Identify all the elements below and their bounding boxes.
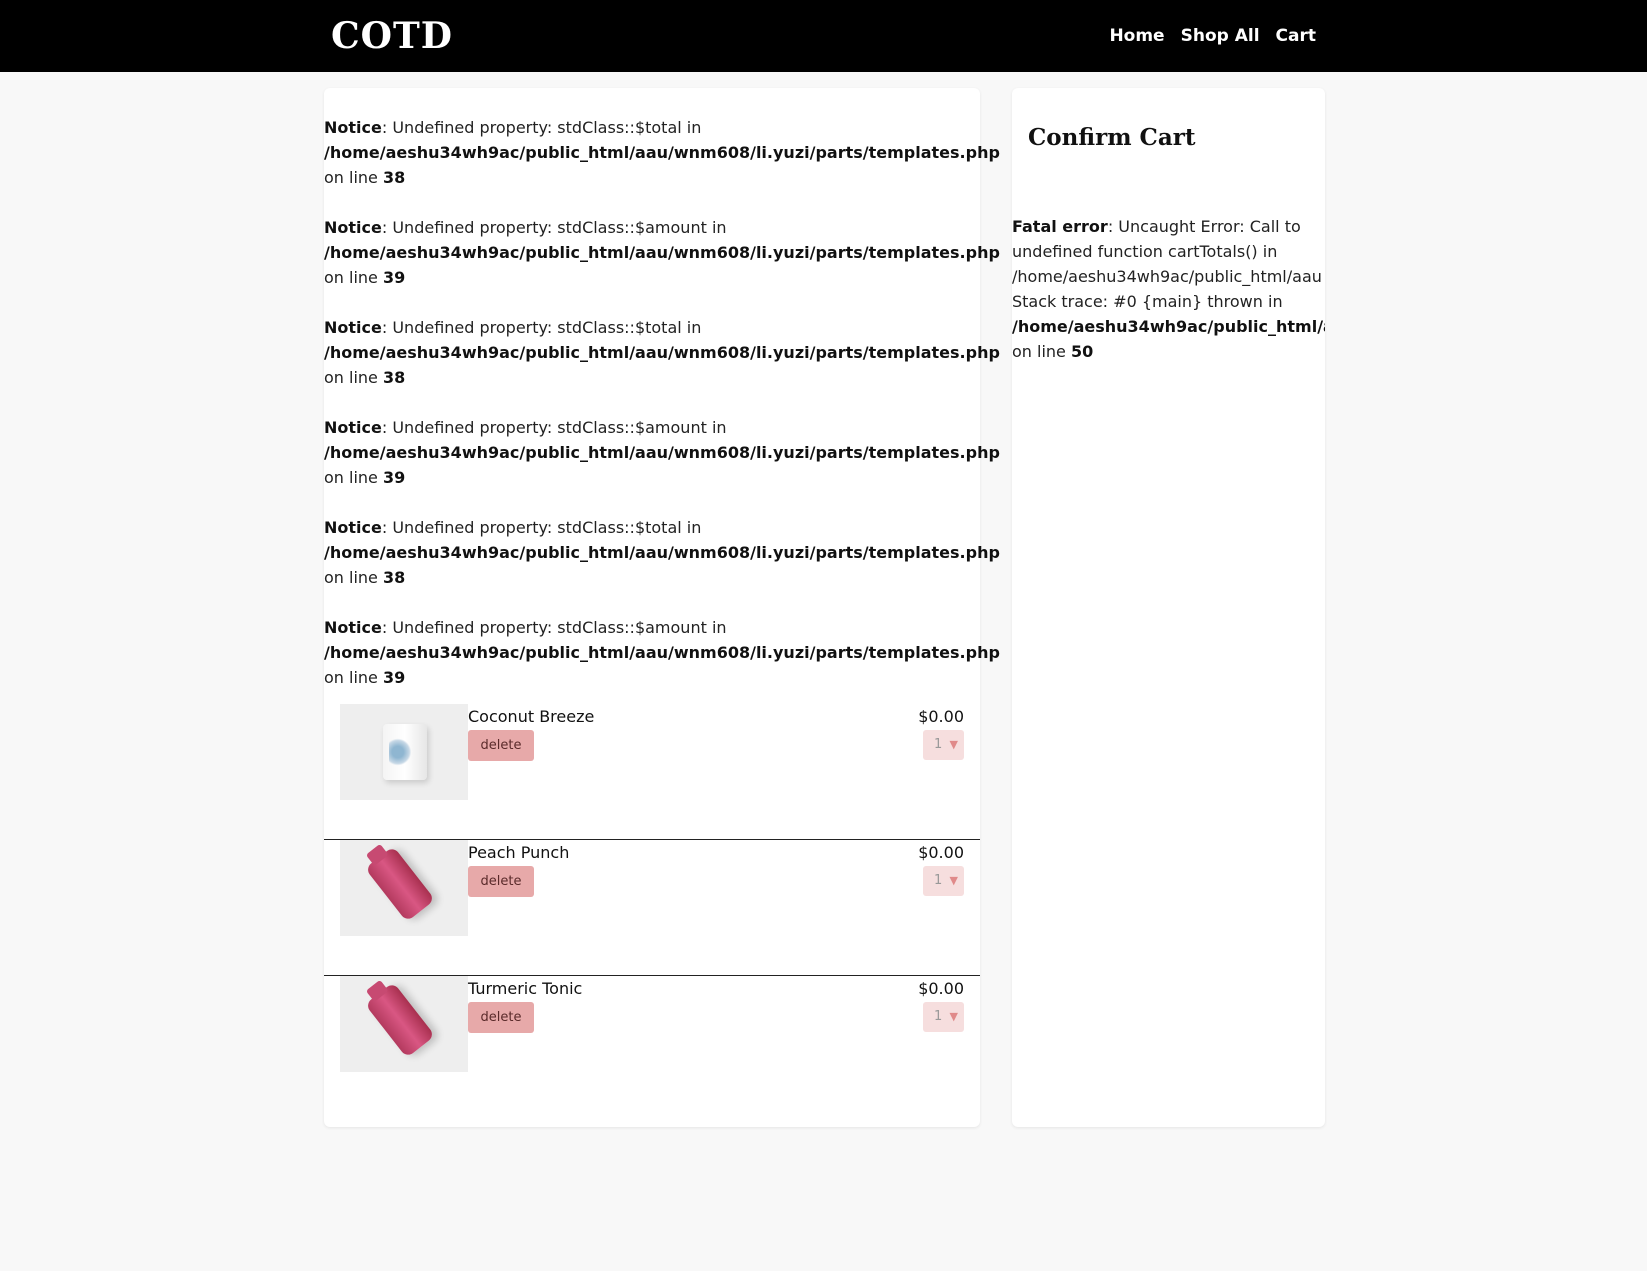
php-fatal-error: Fatal error: Uncaught Error: Call to und…	[1012, 217, 1325, 361]
site-header: COTD Home Shop All Cart	[0, 0, 1647, 72]
delete-button[interactable]: delete	[468, 1002, 534, 1033]
product-price: $0.00	[918, 843, 964, 862]
quantity-select[interactable]: 1 ▼	[923, 866, 964, 896]
php-notice: Notice: Undefined property: stdClass::$t…	[324, 118, 1000, 187]
php-notice: Notice: Undefined property: stdClass::$a…	[324, 618, 1000, 687]
delete-button[interactable]: delete	[468, 866, 534, 897]
nav-shop-all[interactable]: Shop All	[1181, 22, 1260, 50]
bottle-icon	[364, 846, 436, 922]
cart-item: Coconut Breeze delete $0.00 1 ▼	[324, 704, 980, 840]
product-name[interactable]: Coconut Breeze	[468, 706, 594, 728]
site-logo[interactable]: COTD	[331, 14, 453, 58]
quantity-select[interactable]: 1 ▼	[923, 730, 964, 760]
product-name[interactable]: Turmeric Tonic	[468, 978, 582, 1000]
caret-down-icon: ▼	[949, 738, 958, 751]
confirm-cart-title: Confirm Cart	[1028, 124, 1196, 151]
caret-down-icon: ▼	[949, 874, 958, 887]
php-notice: Notice: Undefined property: stdClass::$a…	[324, 218, 1000, 287]
product-price: $0.00	[918, 707, 964, 726]
quantity-value: 1	[934, 1009, 943, 1024]
php-notice: Notice: Undefined property: stdClass::$t…	[324, 518, 1000, 587]
quantity-value: 1	[934, 737, 943, 752]
nav-home[interactable]: Home	[1109, 22, 1164, 50]
product-price: $0.00	[918, 979, 964, 998]
quantity-select[interactable]: 1 ▼	[923, 1002, 964, 1032]
product-image[interactable]	[340, 976, 468, 1072]
cart-item: Peach Punch delete $0.00 1 ▼	[324, 840, 980, 976]
nav-cart[interactable]: Cart	[1276, 22, 1316, 50]
quantity-value: 1	[934, 873, 943, 888]
main-nav: Home Shop All Cart	[1109, 22, 1316, 50]
bottle-icon	[364, 982, 436, 1058]
delete-button[interactable]: delete	[468, 730, 534, 761]
product-image[interactable]	[340, 704, 468, 800]
product-name[interactable]: Peach Punch	[468, 842, 569, 864]
php-notices: Notice: Undefined property: stdClass::$t…	[324, 115, 1000, 715]
jar-icon	[383, 724, 427, 780]
cart-list-card: Notice: Undefined property: stdClass::$t…	[324, 88, 1000, 1127]
product-image[interactable]	[340, 840, 468, 936]
confirm-cart-card: Confirm Cart Fatal error: Uncaught Error…	[1012, 88, 1325, 1127]
php-notice: Notice: Undefined property: stdClass::$t…	[324, 318, 1000, 387]
php-notice: Notice: Undefined property: stdClass::$a…	[324, 418, 1000, 487]
caret-down-icon: ▼	[949, 1010, 958, 1023]
cart-item: Turmeric Tonic delete $0.00 1 ▼	[324, 976, 980, 1112]
